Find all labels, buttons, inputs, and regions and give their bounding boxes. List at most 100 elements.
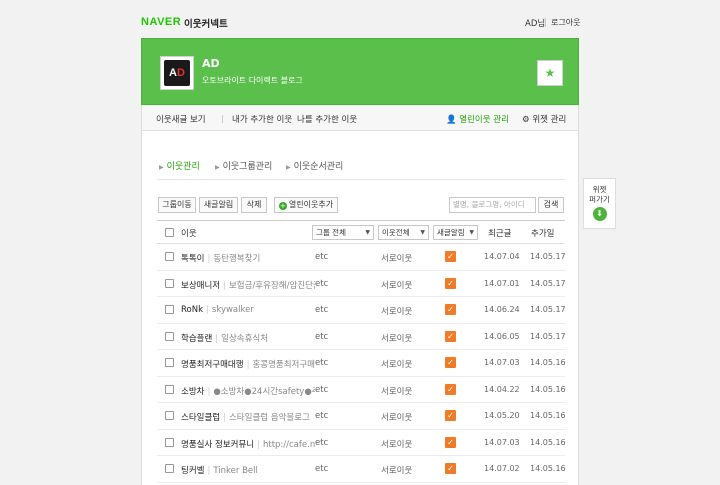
neighbor-name[interactable]: 소방차: [181, 387, 204, 397]
tab-order-manage[interactable]: ▶ 이웃순서관리: [286, 159, 343, 172]
latest-date: 14.05.20: [484, 411, 520, 420]
neighbor-cell[interactable]: 팅커벨 | Tinker Bell: [181, 464, 315, 476]
blog-name[interactable]: 동탄행복찾기: [213, 254, 260, 264]
neighbor-name[interactable]: 명품실사 정보커뮤니: [181, 440, 254, 450]
neighbor-name[interactable]: RoNk: [181, 305, 203, 315]
neighbor-cell[interactable]: 보상매니저 | 보험금/후유장해/암진단금: [181, 279, 315, 291]
nav-open-neighbor-manage[interactable]: 👤 열린이웃 관리: [446, 113, 509, 125]
blog-name[interactable]: skywalker: [212, 305, 254, 315]
row-checkbox[interactable]: [165, 278, 174, 288]
neighbor-name[interactable]: 스타일클럽: [181, 413, 220, 423]
neighbor-cell[interactable]: RoNk | skywalker: [181, 305, 315, 315]
service-title[interactable]: 이웃커넥트: [184, 16, 228, 30]
blog-name[interactable]: 일상속휴식처: [221, 334, 268, 344]
favorite-button[interactable]: ★: [537, 60, 563, 86]
row-checkbox[interactable]: [165, 252, 174, 261]
nav-my-neighbors[interactable]: 내가 추가한 이웃: [232, 113, 292, 125]
alert-checkbox[interactable]: ✓: [445, 251, 456, 262]
widget-share-button[interactable]: 위젯 퍼가기 ⬇: [583, 178, 616, 229]
row-checkbox[interactable]: [165, 331, 174, 341]
neighbor-name[interactable]: 보상매니저: [181, 281, 220, 291]
added-date: 14.05.17: [530, 305, 566, 314]
neighbor-name[interactable]: 학습플랜: [181, 334, 212, 344]
alert-checkbox[interactable]: ✓: [445, 304, 456, 315]
alert-checkbox[interactable]: ✓: [445, 330, 456, 342]
col-neighbor: 이웃: [181, 229, 197, 239]
move-group-button[interactable]: 그룹이동: [158, 197, 196, 213]
neighbor-cell[interactable]: 명품최저구매대행|홍콩명품최저구매대: [181, 358, 315, 370]
table-row[interactable]: 소방차 | ●소방차●24시간safety●주 etc 서로이웃 ✓ 14.04.22 14.…: [157, 377, 566, 403]
relation-cell: 서로이웃: [381, 280, 413, 291]
alert-checkbox[interactable]: ✓: [445, 357, 456, 368]
latest-date: 14.07.03: [484, 437, 520, 447]
tab-label: 이웃관리: [166, 162, 200, 172]
divider: [157, 179, 565, 180]
neighbor-name[interactable]: 명품최저구매대행: [181, 360, 244, 370]
table-row[interactable]: 톡톡이 | 동탄행복찾기 etc 서로이웃 ✓ 14.07.04 14.05.17: [157, 244, 566, 271]
row-checkbox[interactable]: [165, 437, 174, 447]
blog-name[interactable]: Tinker Bell: [213, 466, 258, 476]
alert-filter-label: 새글알림: [437, 228, 465, 237]
blog-name[interactable]: 보험금/후유장해/암진단금: [229, 281, 315, 291]
select-all-checkbox[interactable]: [165, 228, 174, 237]
nav-widget-manage[interactable]: ⚙ 위젯 관리: [522, 113, 566, 125]
row-checkbox[interactable]: [165, 384, 174, 394]
neighbor-cell[interactable]: 스타일클럽 | 스타일클럽 음악블로그: [181, 411, 315, 423]
alert-checkbox[interactable]: ✓: [445, 383, 456, 395]
neighbor-cell[interactable]: 소방차 | ●소방차●24시간safety●주: [181, 385, 315, 397]
logo-letter-d: D: [177, 67, 185, 79]
search-input[interactable]: 별명, 블로그명, 아이디: [449, 197, 536, 213]
alert-checkbox[interactable]: ✓: [445, 410, 456, 421]
col-latest: 최근글: [488, 229, 512, 239]
plus-icon: +: [278, 202, 287, 210]
delete-button[interactable]: 삭제: [241, 197, 267, 213]
tab-group-manage[interactable]: ▶ 이웃그룹관리: [215, 159, 272, 172]
alert-filter-select[interactable]: 새글알림 ▼: [433, 225, 478, 240]
alert-checkbox[interactable]: ✓: [445, 277, 456, 289]
nav-divider: [287, 115, 288, 123]
relation-filter-select[interactable]: 이웃전체 ▼: [378, 225, 429, 240]
relation-cell: 서로이웃: [381, 466, 413, 476]
nav-added-me[interactable]: 나를 추가한 이웃: [297, 113, 357, 125]
relation-cell: 서로이웃: [381, 360, 413, 370]
table-row[interactable]: RoNk | skywalker etc 서로이웃 ✓ 14.06.24 14.05.17: [157, 297, 566, 324]
tab-neighbor-manage[interactable]: ▶ 이웃관리: [159, 159, 200, 172]
latest-date: 14.07.01: [484, 278, 520, 288]
blog-name[interactable]: 스타일클럽 음악블로그: [229, 413, 310, 423]
naver-logo[interactable]: NAVER: [141, 16, 181, 28]
neighbor-name[interactable]: 팅커벨: [181, 466, 204, 476]
add-open-neighbor-button[interactable]: + 열린이웃추가: [274, 197, 338, 213]
neighbor-cell[interactable]: 학습플랜 | 일상속휴식처: [181, 332, 315, 344]
row-checkbox[interactable]: [165, 305, 174, 314]
group-cell: etc: [315, 278, 329, 289]
nav-new-posts[interactable]: 이웃새글 보기: [156, 113, 206, 125]
relation-cell: 서로이웃: [381, 307, 413, 317]
search-button[interactable]: 검색: [538, 197, 564, 213]
table-row[interactable]: 명품실사 정보커뮤니|http://cafe.naver.cometc 서로이웃 ✓…: [157, 430, 566, 456]
blog-name[interactable]: ●소방차●24시간safety●주: [213, 387, 315, 397]
neighbor-name[interactable]: 톡톡이: [181, 254, 204, 264]
logout-link[interactable]: 로그아웃: [551, 17, 580, 28]
table-row[interactable]: 스타일클럽 | 스타일클럽 음악블로그 etc 서로이웃 ✓ 14.05.20 14.05.1…: [157, 403, 566, 430]
table-row[interactable]: 명품최저구매대행|홍콩명품최저구매대etc 서로이웃 ✓ 14.07.03 14.05.…: [157, 350, 566, 377]
neighbor-cell[interactable]: 톡톡이 | 동탄행복찾기: [181, 252, 315, 264]
blog-name[interactable]: http://cafe.naver.com: [263, 440, 315, 450]
added-date: 14.05.17: [530, 278, 566, 288]
new-post-alert-button[interactable]: 새글알림: [199, 197, 238, 213]
blog-name[interactable]: 홍콩명품최저구매대: [252, 360, 315, 370]
alert-checkbox[interactable]: ✓: [445, 436, 456, 448]
row-checkbox[interactable]: [165, 411, 174, 420]
group-filter-select[interactable]: 그룹 전체 ▼: [312, 225, 374, 240]
table-row[interactable]: 학습플랜 | 일상속휴식처 etc 서로이웃 ✓ 14.06.05 14.05.17: [157, 324, 566, 350]
table-row[interactable]: 보상매니저 | 보험금/후유장해/암진단금 etc 서로이웃 ✓ 14.07.01 14.05…: [157, 271, 566, 297]
add-label: 열린이웃추가: [288, 200, 334, 209]
star-icon: ★: [544, 66, 556, 80]
table-row[interactable]: 팅커벨 | Tinker Bell etc 서로이웃 ✓ 14.07.02 14.05.16: [157, 456, 566, 483]
row-checkbox[interactable]: [165, 464, 174, 473]
name-divider: |: [257, 439, 260, 450]
blog-header: AD AD 오토브라이트 다이렉트 블로그 ★: [141, 38, 579, 105]
alert-checkbox[interactable]: ✓: [445, 463, 456, 474]
neighbor-cell[interactable]: 명품실사 정보커뮤니|http://cafe.naver.com: [181, 438, 315, 450]
name-divider: |: [207, 254, 211, 264]
row-checkbox[interactable]: [165, 358, 174, 367]
